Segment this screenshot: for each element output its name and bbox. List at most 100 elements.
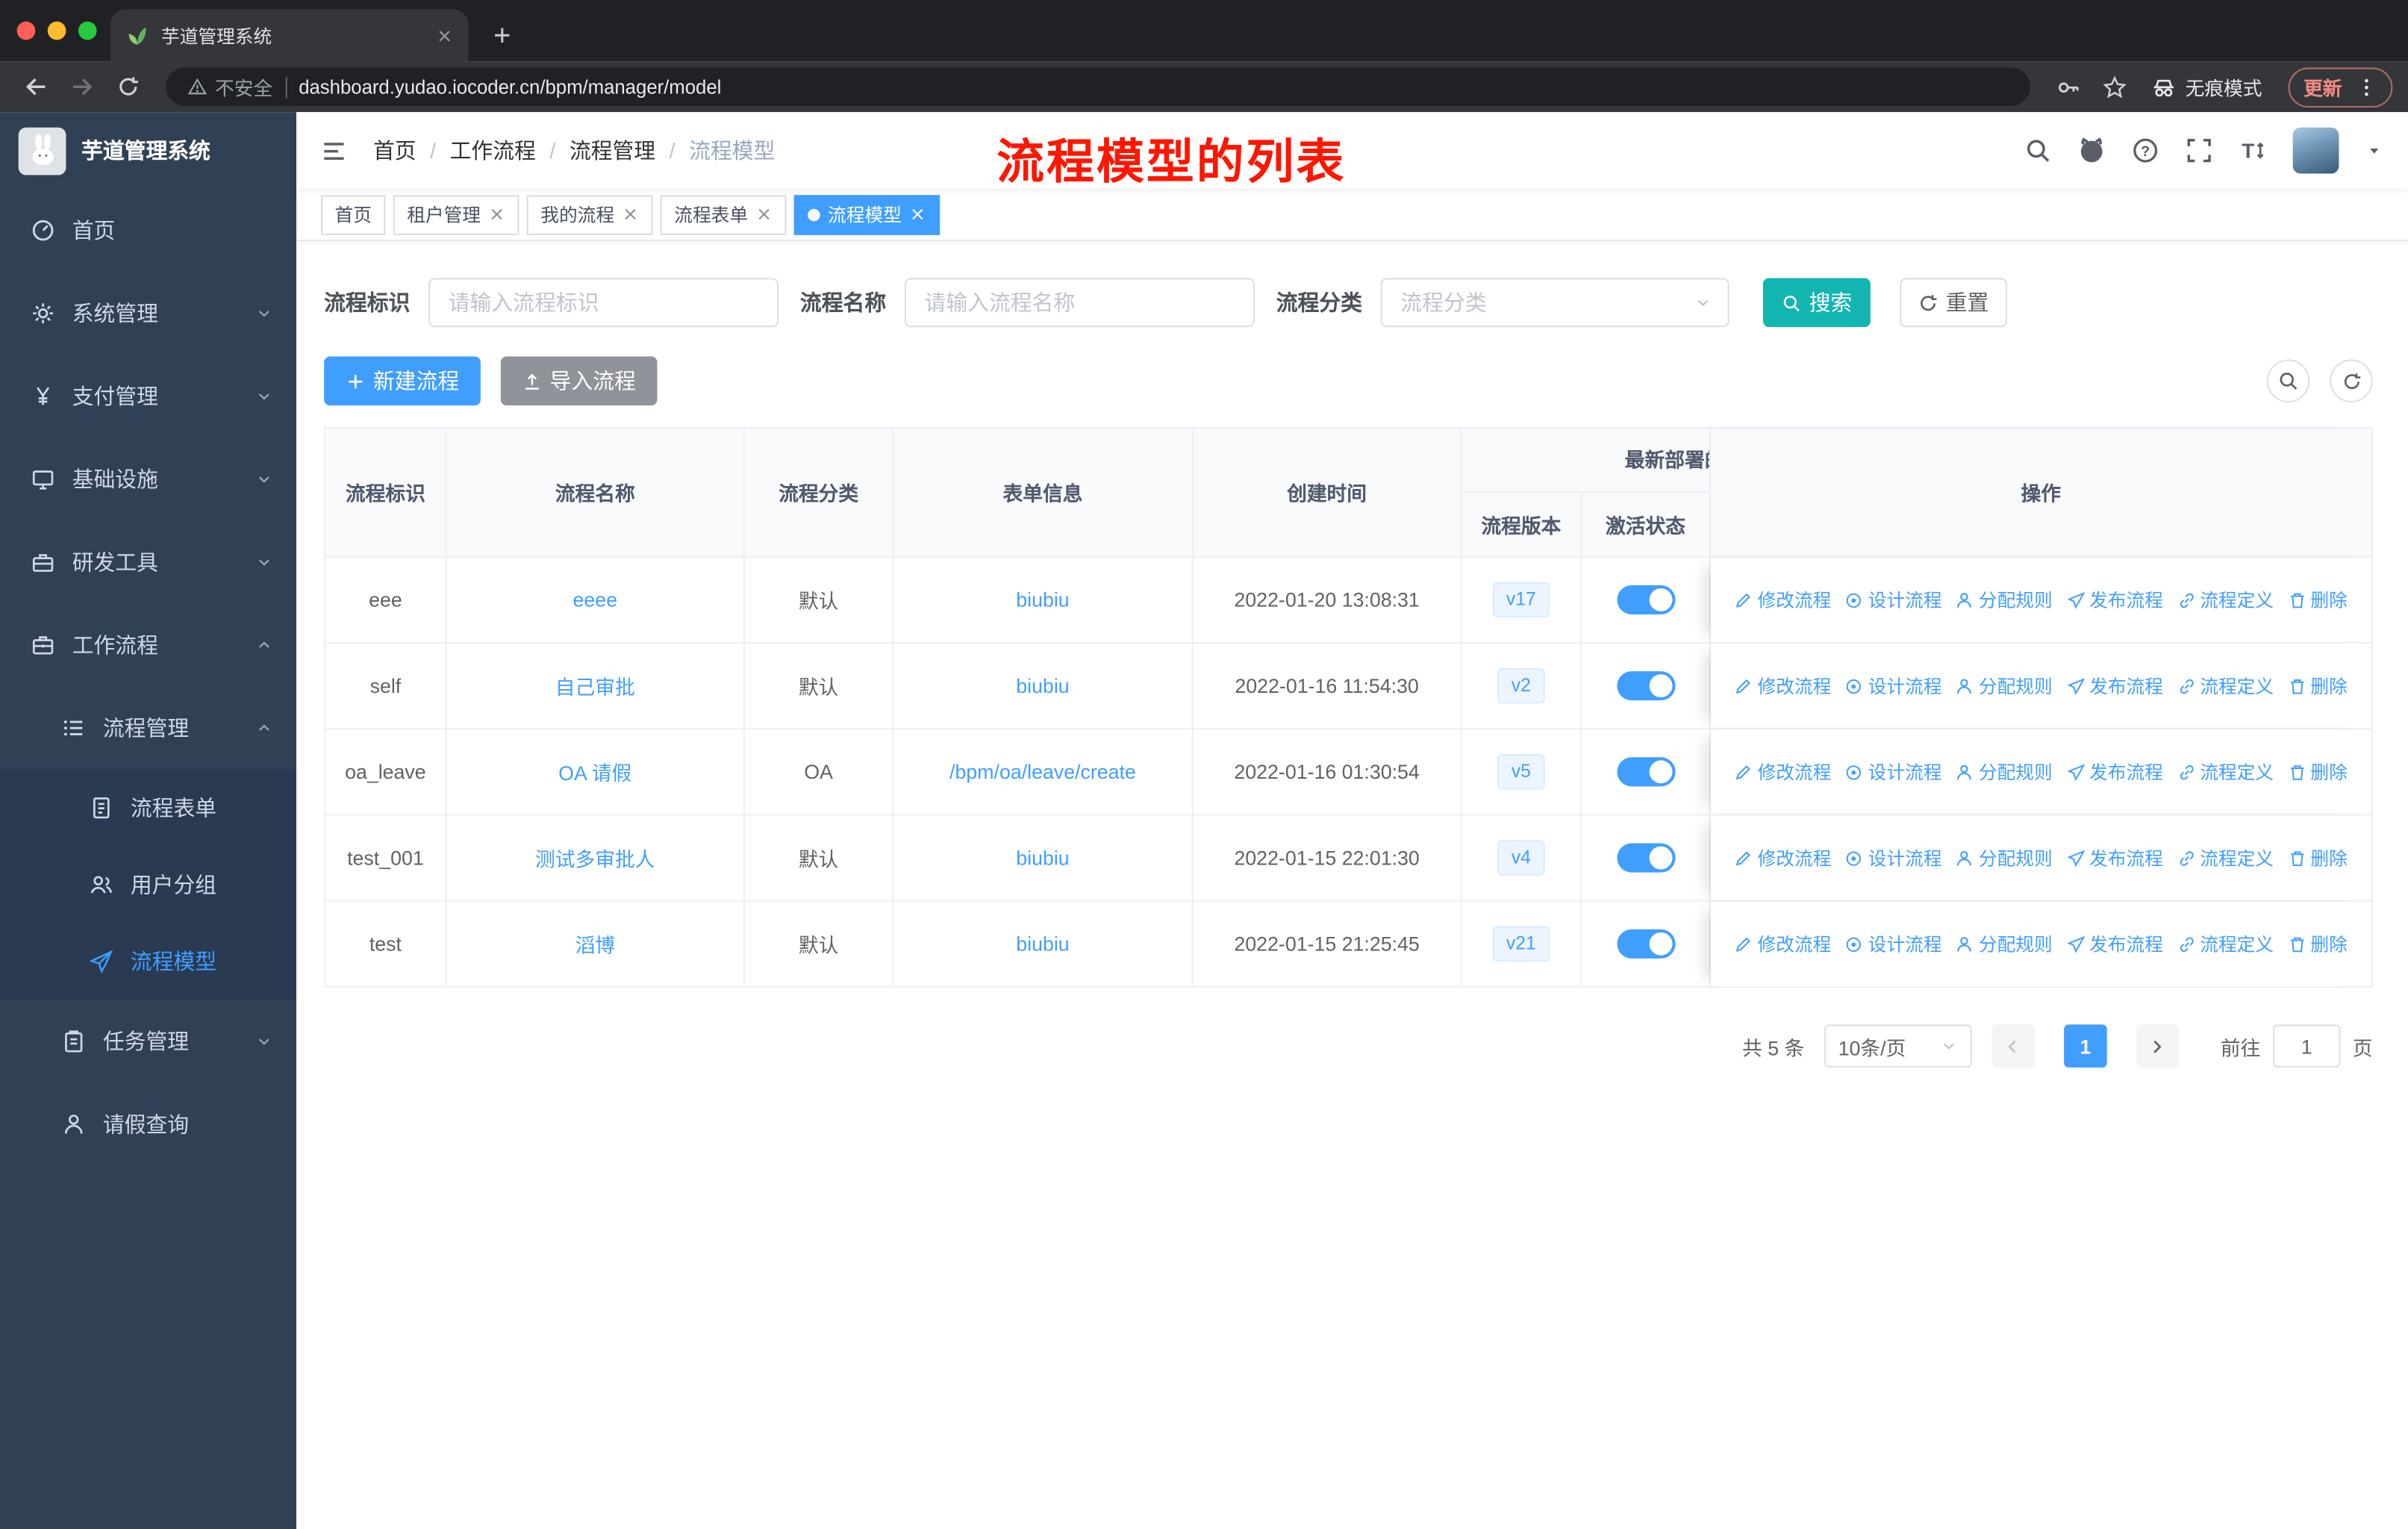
- minimize-window-button[interactable]: [47, 21, 66, 40]
- next-page-button[interactable]: [2136, 1024, 2180, 1068]
- process-definition-link[interactable]: 流程定义: [2177, 931, 2274, 957]
- version-badge[interactable]: v21: [1492, 927, 1550, 962]
- assign-rule-link[interactable]: 分配规则: [1956, 931, 2053, 957]
- forward-button[interactable]: [61, 66, 101, 106]
- assign-rule-link[interactable]: 分配规则: [1956, 759, 2053, 785]
- bookmark-star-icon[interactable]: [2094, 66, 2134, 106]
- version-badge[interactable]: v5: [1497, 754, 1545, 789]
- sidebar-item-process-form[interactable]: 流程表单: [0, 769, 297, 847]
- design-process-link[interactable]: 设计流程: [1845, 673, 1942, 699]
- browser-menu-icon[interactable]: [2356, 76, 2377, 98]
- sidebar-item-system[interactable]: 系统管理: [0, 272, 296, 355]
- tag-close-icon[interactable]: [488, 206, 505, 223]
- publish-process-link[interactable]: 发布流程: [2066, 845, 2163, 871]
- active-toggle[interactable]: [1616, 757, 1675, 787]
- url-bar[interactable]: 不安全 dashboard.yudao.iocoder.cn/bpm/manag…: [166, 67, 2030, 106]
- tag-process-form[interactable]: 流程表单: [660, 194, 787, 234]
- process-name-link[interactable]: 自己审批: [555, 676, 635, 699]
- security-indicator[interactable]: 不安全: [187, 72, 272, 102]
- process-name-link[interactable]: 测试多审批人: [535, 848, 655, 871]
- modify-process-link[interactable]: 修改流程: [1735, 587, 1831, 613]
- tab-close-icon[interactable]: [436, 27, 453, 44]
- active-toggle[interactable]: [1616, 671, 1675, 701]
- import-process-button[interactable]: 导入流程: [500, 356, 658, 406]
- page-size-select[interactable]: 10条/页: [1824, 1024, 1972, 1068]
- process-name-link[interactable]: eeee: [573, 588, 617, 611]
- breadcrumb-workflow[interactable]: 工作流程: [450, 135, 536, 166]
- process-category-select[interactable]: 流程分类: [1380, 278, 1729, 328]
- delete-process-link[interactable]: 删除: [2288, 673, 2348, 699]
- browser-tab[interactable]: 芋道管理系统: [110, 9, 469, 62]
- sidebar-item-workflow[interactable]: 工作流程: [0, 604, 296, 687]
- reload-button[interactable]: [107, 66, 147, 106]
- avatar-caret-icon[interactable]: [2365, 141, 2383, 160]
- form-info-link[interactable]: biubiu: [1016, 674, 1069, 697]
- tag-my-process[interactable]: 我的流程: [526, 194, 653, 234]
- breadcrumb-process-mgmt[interactable]: 流程管理: [570, 135, 655, 166]
- modify-process-link[interactable]: 修改流程: [1735, 845, 1831, 871]
- active-toggle[interactable]: [1616, 843, 1675, 873]
- modify-process-link[interactable]: 修改流程: [1735, 673, 1831, 699]
- tag-close-icon[interactable]: [909, 206, 926, 223]
- tag-process-model[interactable]: 流程模型: [793, 194, 941, 234]
- process-definition-link[interactable]: 流程定义: [2177, 845, 2274, 871]
- zoom-window-button[interactable]: [78, 21, 97, 40]
- github-icon[interactable]: [2078, 137, 2106, 164]
- process-name-link[interactable]: 滔博: [575, 934, 615, 957]
- assign-rule-link[interactable]: 分配规则: [1956, 673, 2053, 699]
- version-badge[interactable]: v2: [1497, 668, 1545, 703]
- fullscreen-icon[interactable]: [2186, 137, 2213, 164]
- search-icon[interactable]: [2024, 137, 2052, 164]
- browser-update-pill[interactable]: 更新: [2288, 66, 2393, 107]
- toggle-search-button[interactable]: [2266, 359, 2310, 403]
- version-badge[interactable]: v17: [1492, 582, 1550, 617]
- sidebar-item-user-group[interactable]: 用户分组: [0, 846, 297, 924]
- tag-home[interactable]: 首页: [320, 194, 386, 234]
- assign-rule-link[interactable]: 分配规则: [1956, 845, 2053, 871]
- delete-process-link[interactable]: 删除: [2288, 587, 2348, 613]
- sidebar-item-process-mgmt[interactable]: 流程管理: [0, 687, 296, 770]
- search-button[interactable]: 搜索: [1762, 278, 1871, 328]
- tag-close-icon[interactable]: [622, 206, 639, 223]
- sidebar-item-task-mgmt[interactable]: 任务管理: [0, 1000, 296, 1083]
- modify-process-link[interactable]: 修改流程: [1735, 931, 1831, 957]
- delete-process-link[interactable]: 删除: [2288, 931, 2348, 957]
- help-icon[interactable]: [2132, 137, 2159, 164]
- current-page-button[interactable]: 1: [2064, 1024, 2107, 1068]
- sidebar-item-process-model[interactable]: 流程模型: [0, 923, 297, 1000]
- goto-page-input[interactable]: [2272, 1024, 2341, 1068]
- refresh-table-button[interactable]: [2330, 359, 2373, 403]
- publish-process-link[interactable]: 发布流程: [2066, 931, 2163, 957]
- reset-button[interactable]: 重置: [1900, 278, 2008, 328]
- active-toggle[interactable]: [1616, 585, 1675, 614]
- sidebar-item-payment[interactable]: 支付管理: [0, 355, 296, 437]
- active-toggle[interactable]: [1616, 929, 1675, 959]
- sidebar-item-leave-query[interactable]: 请假查询: [0, 1083, 296, 1165]
- new-tab-button[interactable]: [481, 14, 524, 57]
- create-process-button[interactable]: 新建流程: [324, 356, 481, 406]
- design-process-link[interactable]: 设计流程: [1845, 587, 1942, 613]
- breadcrumb-home[interactable]: 首页: [373, 135, 417, 166]
- modify-process-link[interactable]: 修改流程: [1735, 759, 1831, 785]
- delete-process-link[interactable]: 删除: [2288, 845, 2348, 871]
- sidebar-item-devtool[interactable]: 研发工具: [0, 520, 296, 603]
- form-info-link[interactable]: biubiu: [1016, 847, 1069, 870]
- process-definition-link[interactable]: 流程定义: [2177, 673, 2274, 699]
- font-size-icon[interactable]: [2239, 137, 2267, 164]
- publish-process-link[interactable]: 发布流程: [2066, 673, 2163, 699]
- publish-process-link[interactable]: 发布流程: [2066, 759, 2163, 785]
- password-key-icon[interactable]: [2049, 66, 2089, 106]
- process-definition-link[interactable]: 流程定义: [2177, 587, 2274, 613]
- delete-process-link[interactable]: 删除: [2288, 759, 2348, 785]
- sidebar-item-home[interactable]: 首页: [0, 189, 296, 272]
- tag-close-icon[interactable]: [755, 206, 773, 223]
- form-info-link[interactable]: /bpm/oa/leave/create: [949, 760, 1136, 783]
- design-process-link[interactable]: 设计流程: [1845, 931, 1942, 957]
- avatar[interactable]: [2292, 127, 2339, 174]
- form-info-link[interactable]: biubiu: [1016, 588, 1069, 611]
- close-window-button[interactable]: [16, 21, 36, 40]
- process-definition-link[interactable]: 流程定义: [2177, 759, 2274, 785]
- version-badge[interactable]: v4: [1497, 841, 1545, 876]
- back-button[interactable]: [16, 66, 55, 106]
- publish-process-link[interactable]: 发布流程: [2066, 587, 2163, 613]
